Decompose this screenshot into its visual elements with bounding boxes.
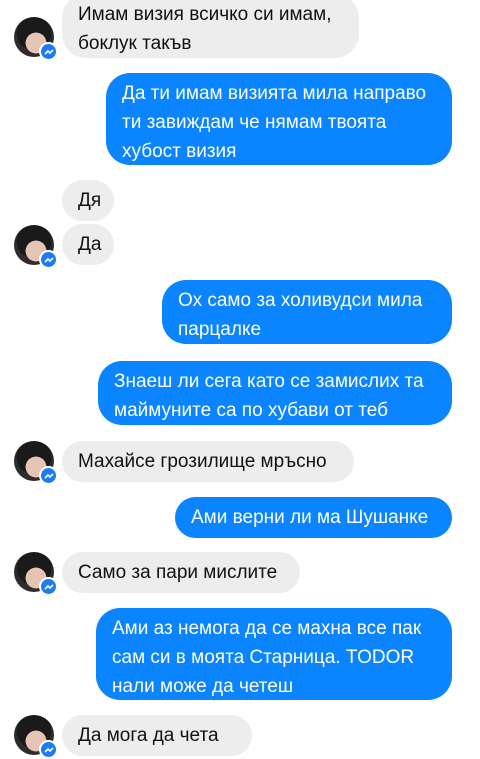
avatar[interactable] <box>14 552 58 596</box>
messenger-badge-icon <box>39 740 58 759</box>
message-bubble[interactable]: Махайсе грозилище мръсно <box>62 441 354 482</box>
messenger-badge-icon <box>39 250 58 269</box>
message-bubble[interactable]: Да <box>62 224 114 265</box>
messenger-badge-icon <box>39 466 58 485</box>
message-bubble[interactable]: Само за пари мислите <box>62 552 300 593</box>
avatar[interactable] <box>14 441 58 485</box>
avatar[interactable] <box>14 17 58 61</box>
message-bubble[interactable]: Знаеш ли сега като се замислих та маймун… <box>98 361 452 425</box>
avatar[interactable] <box>14 715 58 759</box>
avatar[interactable] <box>14 225 58 269</box>
messenger-badge-icon <box>39 577 58 596</box>
message-bubble[interactable]: Ами верни ли ма Шушанке <box>175 497 452 538</box>
message-bubble[interactable]: Да мога да чета <box>62 715 252 756</box>
messenger-badge-icon <box>39 42 58 61</box>
message-bubble[interactable]: Да ти имам визията мила направо ти завиж… <box>106 73 452 165</box>
message-bubble[interactable]: Ами аз немога да се махна все пак сам си… <box>96 608 452 700</box>
message-bubble[interactable]: Ох само за холивудси мила парцалке <box>162 280 452 344</box>
message-bubble[interactable]: Дя <box>62 180 114 221</box>
message-bubble[interactable]: Имам визия всичко си имам, боклук такъв <box>62 0 359 58</box>
